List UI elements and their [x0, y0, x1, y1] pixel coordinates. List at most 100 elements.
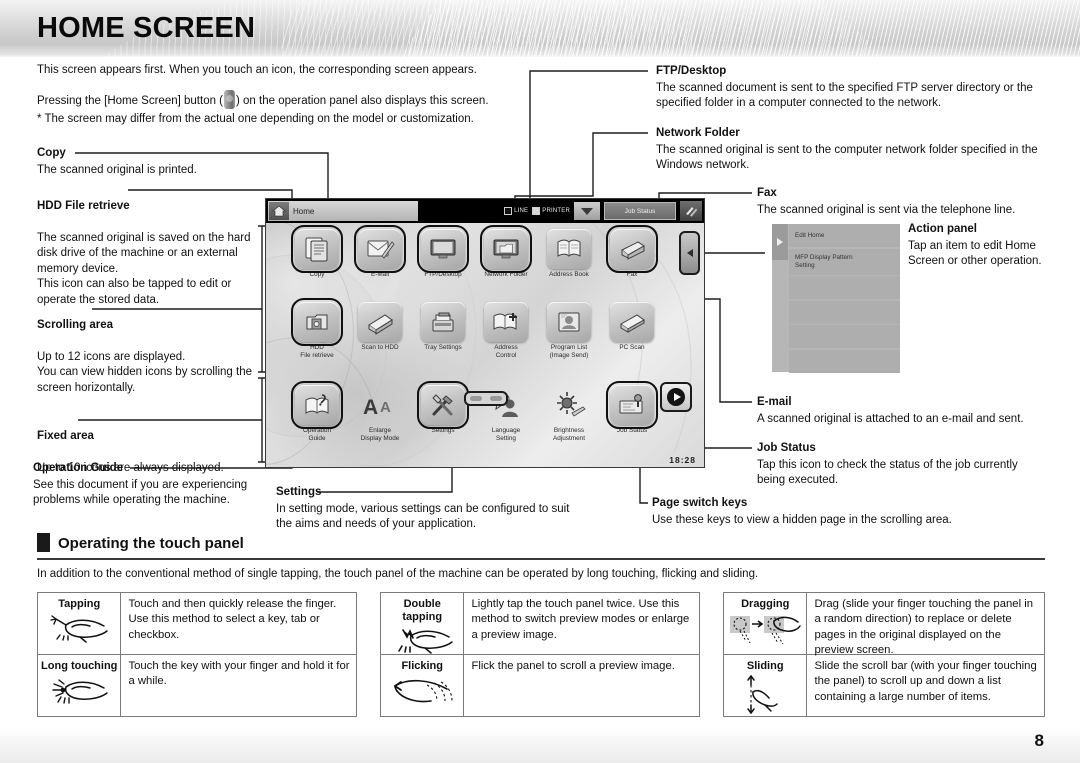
- gesture-row-flicking: Flicking Flick the panel to scroll a pre…: [381, 655, 699, 716]
- slide-hand-icon: [739, 675, 791, 720]
- home-icon-email-label: E-Mail: [370, 271, 390, 278]
- home-icon-scan-to-hdd[interactable]: Scan to HDD: [349, 302, 411, 352]
- home-icon-email[interactable]: E-Mail: [349, 225, 411, 279]
- action-panel-item[interactable]: [789, 300, 900, 324]
- gesture-row-tapping: Tapping Touch and then quickly release t…: [38, 593, 356, 655]
- network-folder-icon: [480, 225, 532, 273]
- ftp-desktop-icon: [417, 225, 469, 273]
- annotation-job-status-heading: Job Status: [757, 442, 816, 454]
- next-page-button[interactable]: [660, 382, 692, 412]
- annotation-fax-heading: Fax: [757, 187, 777, 199]
- gesture-row-double-tapping: Double tapping Lightly tap the touch pan…: [381, 593, 699, 655]
- home-icon-fax[interactable]: Fax: [601, 225, 663, 279]
- action-panel-item[interactable]: MFP Display Pattern Setting: [789, 248, 900, 275]
- home-icon-job-status[interactable]: Job Status: [601, 381, 663, 435]
- touch-panel-home-screen: Copy E-Mail FTP/Desktop Network Folder A…: [266, 223, 704, 467]
- touch-panel-section-intro: In addition to the conventional method o…: [37, 568, 759, 580]
- home-icon-address-control[interactable]: Address Control: [475, 302, 537, 359]
- home-icon-pc-scan[interactable]: PC Scan: [601, 302, 663, 352]
- gesture-description: Flick the panel to scroll a preview imag…: [471, 660, 675, 672]
- home-icon-scan-to-hdd-label: Scan to HDD: [361, 344, 399, 351]
- touch-panel-section-header: Operating the touch panel: [37, 533, 1045, 560]
- page-dot-2: [490, 396, 502, 401]
- address-book-icon: [547, 229, 591, 269]
- action-panel-item[interactable]: [789, 325, 900, 348]
- home-icon-tray-settings[interactable]: Tray Settings: [412, 302, 474, 352]
- annotation-action-panel-heading: Action panel: [908, 223, 978, 235]
- home-icon-ftp-desktop[interactable]: FTP/Desktop: [412, 225, 474, 279]
- tray-settings-icon: [421, 302, 465, 342]
- annotation-settings: Settings In setting mode, various settin…: [276, 485, 576, 533]
- line-status-label: LINE: [514, 208, 529, 214]
- gesture-name: Long touching: [41, 660, 118, 672]
- brand-logo-icon: [680, 201, 702, 221]
- annotation-email-heading: E-mail: [757, 396, 792, 408]
- touch-panel-screenshot: Home LINE PRINTER Job Status Copy E-Mail…: [265, 198, 705, 468]
- annotation-fax: Fax The scanned original is sent via the…: [757, 186, 1047, 218]
- gesture-name: Flicking: [401, 660, 443, 672]
- intro-line-3: * The screen may differ from the actual …: [37, 113, 474, 125]
- section-marker-bar: [37, 533, 50, 552]
- gesture-row-sliding: Sliding Slide the scroll bar (with your …: [724, 655, 1044, 716]
- home-icon-address-book[interactable]: Address Book: [538, 229, 600, 279]
- section-divider: [37, 558, 1045, 560]
- home-icon-ftp-desktop-label: FTP/Desktop: [424, 271, 462, 278]
- gesture-name: Sliding: [746, 660, 784, 672]
- page-indicator-dots[interactable]: [464, 391, 508, 406]
- home-icon-program-list[interactable]: Program List (Image Send): [538, 302, 600, 359]
- home-icon-copy[interactable]: Copy: [286, 225, 348, 279]
- home-icon-enlarge-display-mode[interactable]: AA Enlarge Display Mode: [349, 385, 411, 442]
- svg-text:A: A: [363, 396, 378, 419]
- home-icon-network-folder[interactable]: Network Folder: [475, 225, 537, 279]
- action-panel-item-list: Edit Home MFP Display Pattern Setting: [789, 224, 900, 373]
- action-panel-item[interactable]: [789, 276, 900, 299]
- gesture-table-3: Dragging Drag (slide your finger touchin…: [723, 592, 1045, 717]
- home-icon-settings-label: Settings: [431, 427, 455, 434]
- status-indicator-strip: LINE PRINTER Job Status: [504, 201, 702, 221]
- gesture-name: Dragging: [741, 598, 790, 610]
- page-number: 8: [1034, 731, 1044, 750]
- annotation-scrolling-body: Up to 12 icons are displayed. You can vi…: [37, 350, 253, 394]
- annotation-job-status: Job Status Tap this icon to check the st…: [757, 441, 1037, 489]
- gesture-table-2: Double tapping Lightly tap the touch pan…: [380, 592, 700, 717]
- annotation-copy-body: The scanned original is printed.: [37, 163, 197, 176]
- gesture-name-cell: Double tapping: [381, 593, 465, 654]
- intro-line-1: This screen appears first. When you touc…: [37, 64, 477, 76]
- action-panel-item-label: MFP Display Pattern Setting: [795, 254, 853, 269]
- drag-hand-icon: [728, 613, 802, 652]
- address-control-icon: [484, 302, 528, 342]
- home-icon-fax-label: Fax: [626, 271, 638, 278]
- program-list-icon: [547, 302, 591, 342]
- home-icon-operation-guide[interactable]: Operation Guide: [286, 381, 348, 442]
- job-status-button[interactable]: Job Status: [604, 202, 676, 220]
- home-icon-hdd-file-retrieve[interactable]: HDD File retrieve: [286, 298, 348, 359]
- annotation-job-status-body: Tap this icon to check the status of the…: [757, 458, 1018, 487]
- home-tab[interactable]: Home: [268, 201, 418, 221]
- action-panel-item[interactable]: [789, 349, 900, 373]
- flick-hand-icon: [387, 675, 457, 714]
- chevron-down-icon: [581, 207, 593, 215]
- brightness-adjustment-icon: [547, 385, 591, 425]
- action-panel-toggle-button[interactable]: [679, 231, 700, 275]
- status-dropdown-button[interactable]: [574, 202, 600, 220]
- enlarge-display-mode-icon: AA: [358, 385, 402, 425]
- home-screen-button-icon: [224, 90, 236, 109]
- annotation-page-switch-keys: Page switch keys Use these keys to view …: [652, 496, 1044, 528]
- annotation-fax-body: The scanned original is sent via the tel…: [757, 203, 1016, 216]
- copy-icon: [291, 225, 343, 273]
- gesture-name: Tapping: [58, 598, 101, 610]
- home-icon-operation-guide-label: Operation Guide: [302, 427, 332, 442]
- gesture-name-cell: Flicking: [381, 655, 465, 716]
- chevron-left-icon: [686, 249, 693, 257]
- annotation-hdd-body: The scanned original is saved on the har…: [37, 231, 251, 306]
- gesture-description: Slide the scroll bar (with your finger t…: [814, 660, 1037, 703]
- printer-status-label: PRINTER: [542, 208, 570, 214]
- annotation-email-body: A scanned original is attached to an e-m…: [757, 412, 1024, 425]
- action-panel-collapse-tab[interactable]: [772, 224, 788, 260]
- intro-text-block: This screen appears first. When you touc…: [37, 62, 507, 129]
- home-icon-brightness-adjustment[interactable]: Brightness Adjustment: [538, 385, 600, 442]
- action-panel-item[interactable]: Edit Home: [789, 224, 900, 247]
- hdd-file-retrieve-icon: [291, 298, 343, 346]
- gesture-row-long-touching: Long touching Touch the key with your fi…: [38, 655, 356, 716]
- page-dot-1: [470, 396, 482, 401]
